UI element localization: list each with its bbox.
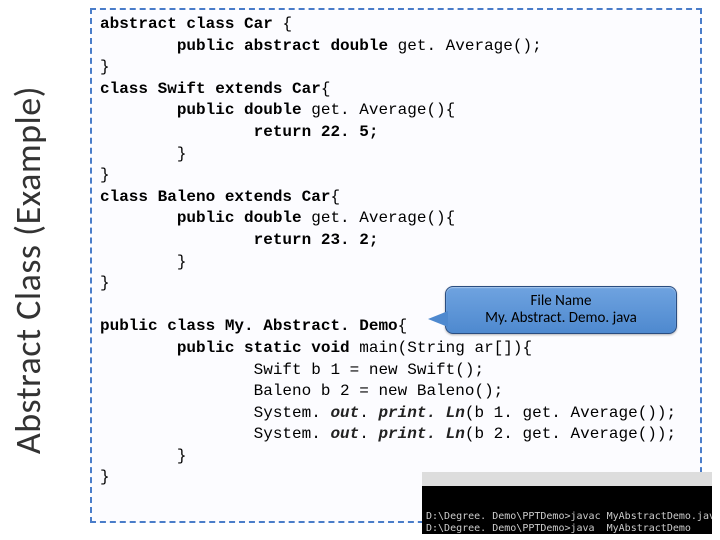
dot: . [359, 404, 378, 422]
brace: } [100, 468, 110, 486]
brace: } [100, 145, 186, 163]
stmt: return 23. 2; [100, 231, 378, 249]
paren: (){ [426, 209, 455, 227]
terminal-line: D:\Degree. Demo\PPTDemo>java MyAbstractD… [426, 523, 691, 534]
terminal-window: C:\WINDOWS\system32\cmd.exe D:\Degree. D… [422, 472, 712, 534]
kw: public abstract double [100, 37, 398, 55]
brace: { [330, 188, 340, 206]
callout-line1: File Name [531, 293, 592, 310]
paren: (){ [426, 101, 455, 119]
cls: Swift [158, 80, 206, 98]
dot: . [359, 425, 378, 443]
cls: Car [302, 188, 331, 206]
method: get. Average [398, 37, 513, 55]
brace: } [100, 58, 110, 76]
static-ref: out [330, 425, 359, 443]
paren: (b 1. get. Average()); [465, 404, 676, 422]
paren: (b 2. get. Average()); [465, 425, 676, 443]
cls: Car [292, 80, 321, 98]
method: get. Average [311, 209, 426, 227]
method: main [359, 339, 397, 357]
cls: Car [244, 15, 273, 33]
brace: { [321, 80, 331, 98]
kw: public class [100, 317, 225, 335]
cls: My. Abstract. Demo [225, 317, 398, 335]
brace: } [100, 253, 186, 271]
code-block: abstract class Car { public abstract dou… [100, 14, 692, 489]
kw: public double [100, 101, 311, 119]
brace: { [273, 15, 292, 33]
cls: Baleno [158, 188, 216, 206]
brace: } [100, 274, 110, 292]
stmt: System. [100, 404, 330, 422]
slide-title: Abstract Class (Example) [2, 0, 54, 540]
kw: public static void [100, 339, 359, 357]
stmt: Swift b 1 = new Swift(); [100, 361, 484, 379]
method: get. Average [311, 101, 426, 119]
stmt: Baleno b 2 = new Baleno(); [100, 382, 503, 400]
terminal-line: D:\Degree. Demo\PPTDemo>javac MyAbstract… [426, 511, 712, 522]
static-ref: print. Ln [378, 404, 464, 422]
kw: class [100, 188, 158, 206]
kw: extends [206, 80, 292, 98]
stmt: System. [100, 425, 330, 443]
brace: } [100, 447, 186, 465]
filename-callout: File Name My. Abstract. Demo. java [445, 286, 677, 334]
slide: Abstract Class (Example) abstract class … [0, 0, 720, 540]
static-ref: print. Ln [378, 425, 464, 443]
kw: abstract class [100, 15, 244, 33]
paren: (); [513, 37, 542, 55]
brace: } [100, 166, 110, 184]
kw: public double [100, 209, 311, 227]
kw: extends [215, 188, 301, 206]
kw: class [100, 80, 158, 98]
callout-line2: My. Abstract. Demo. java [485, 310, 637, 327]
brace: { [398, 317, 408, 335]
paren: (String ar[]){ [398, 339, 532, 357]
static-ref: out [330, 404, 359, 422]
terminal-titlebar: C:\WINDOWS\system32\cmd.exe [422, 472, 712, 486]
code-box: abstract class Car { public abstract dou… [90, 8, 702, 523]
stmt: return 22. 5; [100, 123, 378, 141]
